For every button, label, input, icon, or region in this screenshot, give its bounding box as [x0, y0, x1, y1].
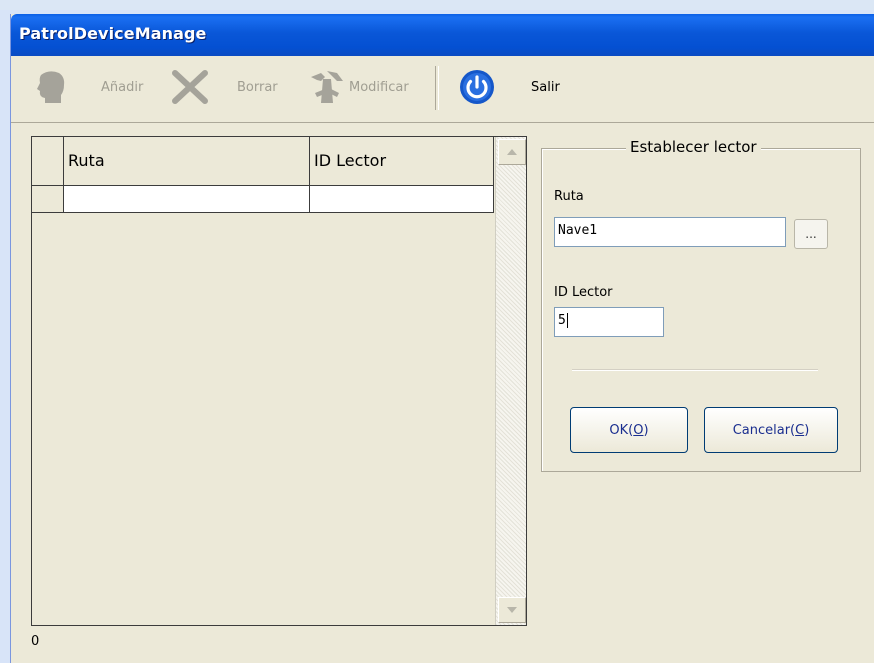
tools-icon: [307, 67, 347, 107]
modify-label: Modificar: [349, 79, 409, 95]
text-cursor: [566, 313, 568, 328]
app-window: PatrolDeviceManage Añadir Borrar Modific…: [10, 14, 874, 663]
reader-grid[interactable]: Ruta ID Lector: [31, 136, 527, 626]
browse-button[interactable]: ...: [794, 219, 828, 249]
table-row[interactable]: [32, 186, 494, 213]
ok-paren: ): [643, 422, 649, 438]
window-title: PatrolDeviceManage: [19, 24, 207, 43]
id-lector-value: 5: [558, 313, 566, 328]
add-label: Añadir: [101, 79, 144, 95]
row-indicator[interactable]: [32, 186, 64, 212]
delete-label: Borrar: [237, 79, 278, 95]
cancel-accel-key: C: [795, 422, 805, 438]
row-header-corner[interactable]: [32, 137, 64, 185]
column-header-ruta[interactable]: Ruta: [64, 137, 310, 185]
ok-button[interactable]: OK(O): [570, 407, 688, 453]
scroll-up-icon: [507, 149, 517, 155]
cancel-button[interactable]: Cancelar(C): [704, 407, 838, 453]
toolbar-separator: [435, 66, 439, 110]
grid-header: Ruta ID Lector: [32, 137, 494, 186]
group-title: Establecer lector: [626, 138, 761, 156]
ruta-input[interactable]: Nave1: [554, 217, 786, 247]
cancel-paren: ): [804, 422, 810, 438]
cross-icon: [169, 67, 211, 107]
cancel-text: Cancelar(: [732, 422, 796, 438]
power-icon: [457, 67, 497, 107]
exit-button[interactable]: Salir: [457, 66, 560, 108]
exit-label: Salir: [531, 79, 560, 95]
cell-id-lector[interactable]: [310, 186, 494, 212]
ruta-label: Ruta: [554, 189, 584, 204]
add-button[interactable]: Añadir: [31, 66, 143, 108]
record-count: 0: [31, 634, 40, 649]
title-bar[interactable]: PatrolDeviceManage: [11, 14, 874, 56]
modify-button[interactable]: Modificar: [307, 66, 409, 108]
cell-ruta[interactable]: [64, 186, 310, 212]
ok-accel-key: O: [633, 422, 644, 438]
scroll-down-icon: [507, 607, 517, 613]
vertical-scrollbar[interactable]: [495, 137, 526, 625]
reader-settings-group: Establecer lector Ruta Nave1 ... ID Lect…: [541, 138, 861, 472]
scroll-up-button[interactable]: [498, 139, 526, 165]
ok-text: OK(: [609, 422, 634, 438]
toolbar: Añadir Borrar Modificar Salir: [11, 56, 874, 123]
id-lector-input[interactable]: 5: [554, 307, 664, 337]
separator-line: [572, 369, 818, 371]
column-header-id-lector[interactable]: ID Lector: [310, 137, 494, 185]
scroll-down-button[interactable]: [498, 597, 526, 623]
user-head-icon: [31, 67, 71, 107]
id-lector-label: ID Lector: [554, 285, 613, 300]
delete-button[interactable]: Borrar: [169, 66, 278, 108]
desktop-background: [0, 0, 874, 10]
